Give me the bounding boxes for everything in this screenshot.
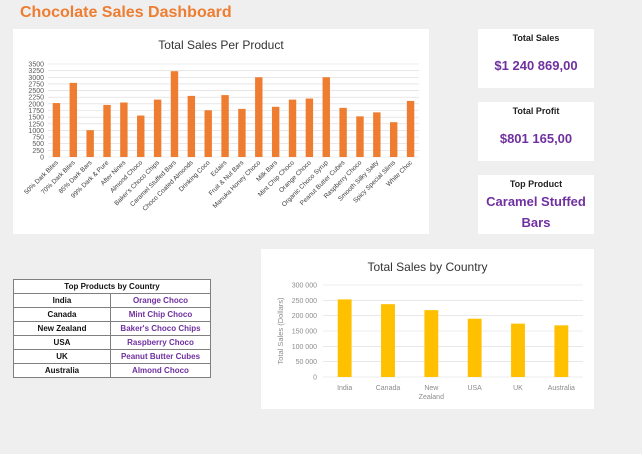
- x-tick-label: USA: [467, 385, 482, 392]
- y-tick-label: 2000: [28, 101, 44, 108]
- product-cell: Raspberry Choco: [110, 335, 211, 350]
- country-cell: USA: [13, 335, 111, 350]
- bar: [170, 71, 179, 157]
- bar: [103, 104, 111, 157]
- y-tick-label: 2250: [28, 95, 44, 102]
- country-sales-chart-card: Total Sales by Country 0 50 000 100 000 150…: [261, 249, 594, 409]
- bar: [389, 122, 398, 157]
- bar: [52, 103, 61, 157]
- table-row: India Orange Choco: [13, 293, 211, 308]
- bar: [406, 100, 415, 157]
- y-tick-label: 750: [32, 135, 44, 142]
- x-tick-label: India: [337, 385, 352, 392]
- bar: [511, 323, 525, 377]
- bar: [271, 106, 280, 157]
- total-profit-card: Total Profit $801 165,00: [478, 102, 594, 161]
- bar: [305, 98, 314, 157]
- country-cell: New Zealand: [13, 321, 111, 336]
- bar: [467, 318, 482, 377]
- bar: [204, 110, 212, 157]
- country-cell: Canada: [13, 307, 111, 322]
- bar: [86, 130, 94, 157]
- bar: [187, 95, 196, 157]
- y-tick-label: 1500: [28, 115, 44, 122]
- y-tick-label: 3500: [28, 62, 44, 69]
- bar: [137, 115, 145, 157]
- dashboard-title: Chocolate Sales Dashboard: [20, 4, 232, 21]
- y-tick-label: 50 000: [296, 359, 318, 366]
- y-tick-label: 1000: [28, 128, 44, 135]
- bar: [322, 77, 330, 157]
- y-tick-label: 3250: [28, 68, 44, 75]
- bar: [288, 99, 297, 157]
- x-tick-label: Australia: [548, 385, 575, 392]
- bar: [120, 102, 128, 157]
- bar: [69, 82, 78, 157]
- table-row: UK Peanut Butter Cubes: [13, 349, 211, 364]
- bar: [373, 112, 381, 157]
- y-tick-label: 300 000: [292, 283, 317, 290]
- y-tick-label: 1250: [28, 121, 44, 128]
- total-profit-label: Total Profit: [512, 106, 560, 116]
- x-tick-label: UK: [513, 385, 523, 392]
- y-tick-label: 1750: [28, 108, 44, 115]
- table-row: New Zealand Baker's Choco Chips: [13, 321, 211, 336]
- table-row: USA Raspberry Choco: [13, 335, 211, 350]
- y-axis-title: Total Sales (Dollars): [276, 297, 285, 365]
- y-tick-label: 250 000: [292, 298, 317, 305]
- y-tick-label: 500: [32, 141, 44, 148]
- bar: [221, 95, 229, 157]
- bar: [153, 99, 162, 157]
- x-tick-label: Zealand: [419, 394, 444, 401]
- bar: [339, 107, 347, 157]
- x-tick-label: New: [424, 385, 439, 392]
- bar: [381, 304, 395, 377]
- table-header: Top Products by Country: [13, 279, 211, 294]
- y-tick-label: 150 000: [292, 329, 317, 336]
- y-tick-label: 250: [32, 148, 44, 155]
- total-sales-label: Total Sales: [512, 33, 560, 43]
- product-cell: Almond Choco: [110, 363, 211, 378]
- country-sales-chart: 0 50 000 100 000 150 000 200 000 250 000 300 0…: [276, 283, 583, 401]
- bar: [356, 116, 364, 157]
- y-tick-label: 2500: [28, 88, 44, 95]
- total-profit-value: $801 165,00: [499, 131, 573, 146]
- product-cell: Mint Chip Choco: [110, 307, 211, 322]
- bar: [255, 77, 263, 157]
- country-cell: UK: [13, 349, 111, 364]
- country-cell: India: [13, 293, 111, 308]
- product-cell: Baker's Choco Chips: [110, 321, 211, 336]
- bar: [554, 325, 569, 377]
- bar: [424, 310, 439, 377]
- total-sales-card: Total Sales $1 240 869,00: [478, 29, 594, 88]
- total-sales-value: $1 240 869,00: [494, 58, 578, 73]
- table-row: Australia Almond Choco: [13, 363, 211, 378]
- table-row: Canada Mint Chip Choco: [13, 307, 211, 322]
- top-product-label: Top Product: [509, 179, 563, 189]
- y-tick-label: 0: [40, 155, 44, 162]
- country-cell: Australia: [13, 363, 111, 378]
- y-tick-label: 2750: [28, 81, 44, 88]
- y-tick-label: 100 000: [292, 344, 317, 351]
- product-cell: Peanut Butter Cubes: [110, 349, 211, 364]
- product-sales-chart: 0250500750100012501500175020002250250027…: [23, 62, 419, 213]
- y-tick-label: 0: [313, 375, 317, 382]
- top-product-card: Top Product Caramel Stuffed Bars: [478, 175, 594, 234]
- top-product-value-line2: Bars: [521, 215, 551, 230]
- bar: [238, 108, 246, 157]
- product-sales-chart-card: Total Sales Per Product 0 250 500 750 1000 12…: [13, 29, 429, 234]
- product-cell: Orange Choco: [110, 293, 211, 308]
- top-products-table: Top Products by Country India Orange Choc…: [13, 279, 211, 378]
- x-tick-label: Canada: [376, 385, 401, 392]
- y-tick-label: 200 000: [292, 313, 317, 320]
- top-product-value-line1: Caramel Stuffed: [486, 194, 586, 209]
- y-tick-label: 3000: [28, 75, 44, 82]
- bar: [337, 299, 352, 377]
